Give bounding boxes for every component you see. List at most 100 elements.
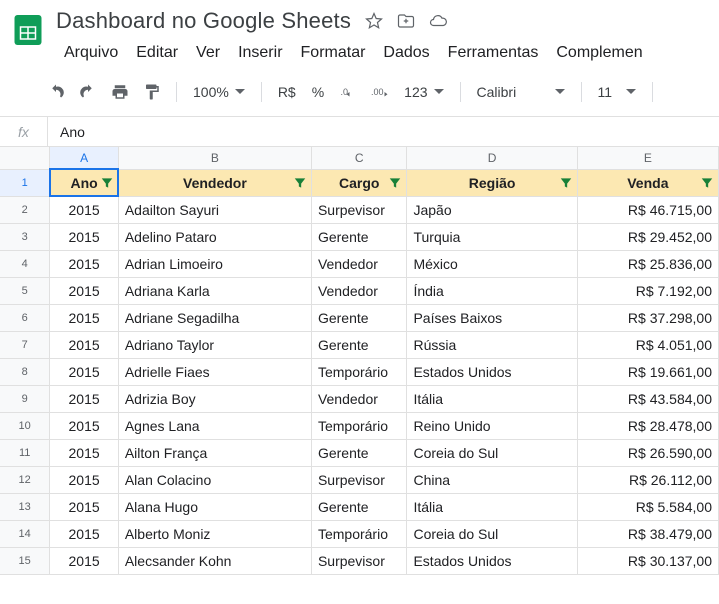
cell[interactable]: Reino Unido [407,412,577,439]
row-header[interactable]: 15 [0,547,50,574]
cell[interactable]: Turquia [407,223,577,250]
spreadsheet-grid[interactable]: A B C D E 1 Ano Vendedor Cargo Região Ve… [0,147,719,575]
row-header[interactable]: 8 [0,358,50,385]
filter-icon[interactable] [100,176,114,190]
row-header[interactable]: 2 [0,196,50,223]
cell[interactable]: Ano [50,169,119,196]
cell[interactable]: Surpevisor [311,547,407,574]
row-header[interactable]: 10 [0,412,50,439]
row-header[interactable]: 13 [0,493,50,520]
menu-ferramentas[interactable]: Ferramentas [440,40,547,66]
increase-decimal-button[interactable]: .00 [366,78,394,106]
menu-arquivo[interactable]: Arquivo [56,40,126,66]
menu-dados[interactable]: Dados [375,40,437,66]
cell[interactable]: 2015 [50,412,119,439]
cell[interactable]: R$ 7.192,00 [577,277,718,304]
cell[interactable]: 2015 [50,520,119,547]
cell[interactable]: Estados Unidos [407,547,577,574]
filter-icon[interactable] [293,176,307,190]
cell[interactable]: México [407,250,577,277]
cell[interactable]: Índia [407,277,577,304]
select-all-corner[interactable] [0,147,50,169]
cell[interactable]: 2015 [50,547,119,574]
cell[interactable]: Gerente [311,331,407,358]
cell[interactable]: Itália [407,385,577,412]
cell[interactable]: R$ 5.584,00 [577,493,718,520]
cell[interactable]: 2015 [50,196,119,223]
cell[interactable]: Alana Hugo [118,493,311,520]
menu-formatar[interactable]: Formatar [293,40,374,66]
row-header[interactable]: 9 [0,385,50,412]
cell[interactable]: Japão [407,196,577,223]
print-button[interactable] [106,78,134,106]
cell[interactable]: Adrizia Boy [118,385,311,412]
decrease-decimal-button[interactable]: .0 [334,78,362,106]
menu-ver[interactable]: Ver [188,40,228,66]
cell[interactable]: R$ 43.584,00 [577,385,718,412]
cell[interactable]: 2015 [50,439,119,466]
menu-editar[interactable]: Editar [128,40,186,66]
row-header[interactable]: 5 [0,277,50,304]
font-selector[interactable]: Calibri [471,84,571,100]
cell[interactable]: Temporário [311,520,407,547]
row-header[interactable]: 4 [0,250,50,277]
cell[interactable]: Estados Unidos [407,358,577,385]
cell[interactable]: Adrielle Fiaes [118,358,311,385]
move-icon[interactable] [397,12,415,30]
cell[interactable]: Adrian Limoeiro [118,250,311,277]
cell[interactable]: R$ 25.836,00 [577,250,718,277]
cell[interactable]: 2015 [50,304,119,331]
cell[interactable]: Adailton Sayuri [118,196,311,223]
format-selector[interactable]: 123 [398,84,449,100]
cell[interactable]: Venda [577,169,718,196]
filter-icon[interactable] [559,176,573,190]
cell[interactable]: Vendedor [311,385,407,412]
zoom-selector[interactable]: 100% [187,84,251,100]
cell[interactable]: R$ 4.051,00 [577,331,718,358]
cell[interactable]: Coreia do Sul [407,439,577,466]
cell[interactable]: Adriano Taylor [118,331,311,358]
cell[interactable]: Gerente [311,439,407,466]
cell[interactable]: Rússia [407,331,577,358]
cell[interactable]: R$ 28.478,00 [577,412,718,439]
cell[interactable]: Adriana Karla [118,277,311,304]
cell[interactable]: Adelino Pataro [118,223,311,250]
cell[interactable]: 2015 [50,223,119,250]
font-size-selector[interactable]: 11 [592,84,642,100]
column-header-A[interactable]: A [50,147,119,169]
cell[interactable]: Cargo [311,169,407,196]
cell[interactable]: 2015 [50,466,119,493]
currency-button[interactable]: R$ [272,84,302,100]
cell[interactable]: R$ 19.661,00 [577,358,718,385]
percent-button[interactable]: % [306,84,330,100]
column-header-D[interactable]: D [407,147,577,169]
formula-bar-input[interactable]: Ano [48,124,85,140]
cell[interactable]: Alan Colacino [118,466,311,493]
menu-complementos[interactable]: Complemen [548,40,650,66]
cell[interactable]: Gerente [311,223,407,250]
cell[interactable]: Surpevisor [311,466,407,493]
cell[interactable]: 2015 [50,331,119,358]
cell[interactable]: Gerente [311,493,407,520]
cell[interactable]: Vendedor [118,169,311,196]
cell[interactable]: Coreia do Sul [407,520,577,547]
cell[interactable]: R$ 29.452,00 [577,223,718,250]
cell[interactable]: Alberto Moniz [118,520,311,547]
cell[interactable]: 2015 [50,358,119,385]
cell[interactable]: Ailton França [118,439,311,466]
star-icon[interactable] [365,12,383,30]
cell[interactable]: Vendedor [311,250,407,277]
cell[interactable]: R$ 46.715,00 [577,196,718,223]
cell[interactable]: Alecsander Kohn [118,547,311,574]
cell[interactable]: Países Baixos [407,304,577,331]
column-header-B[interactable]: B [118,147,311,169]
cell[interactable]: 2015 [50,385,119,412]
cell[interactable]: Temporário [311,412,407,439]
cell[interactable]: Adriane Segadilha [118,304,311,331]
cell[interactable]: Agnes Lana [118,412,311,439]
cell[interactable]: Itália [407,493,577,520]
row-header[interactable]: 3 [0,223,50,250]
row-header[interactable]: 11 [0,439,50,466]
undo-button[interactable] [42,78,70,106]
paint-format-button[interactable] [138,78,166,106]
